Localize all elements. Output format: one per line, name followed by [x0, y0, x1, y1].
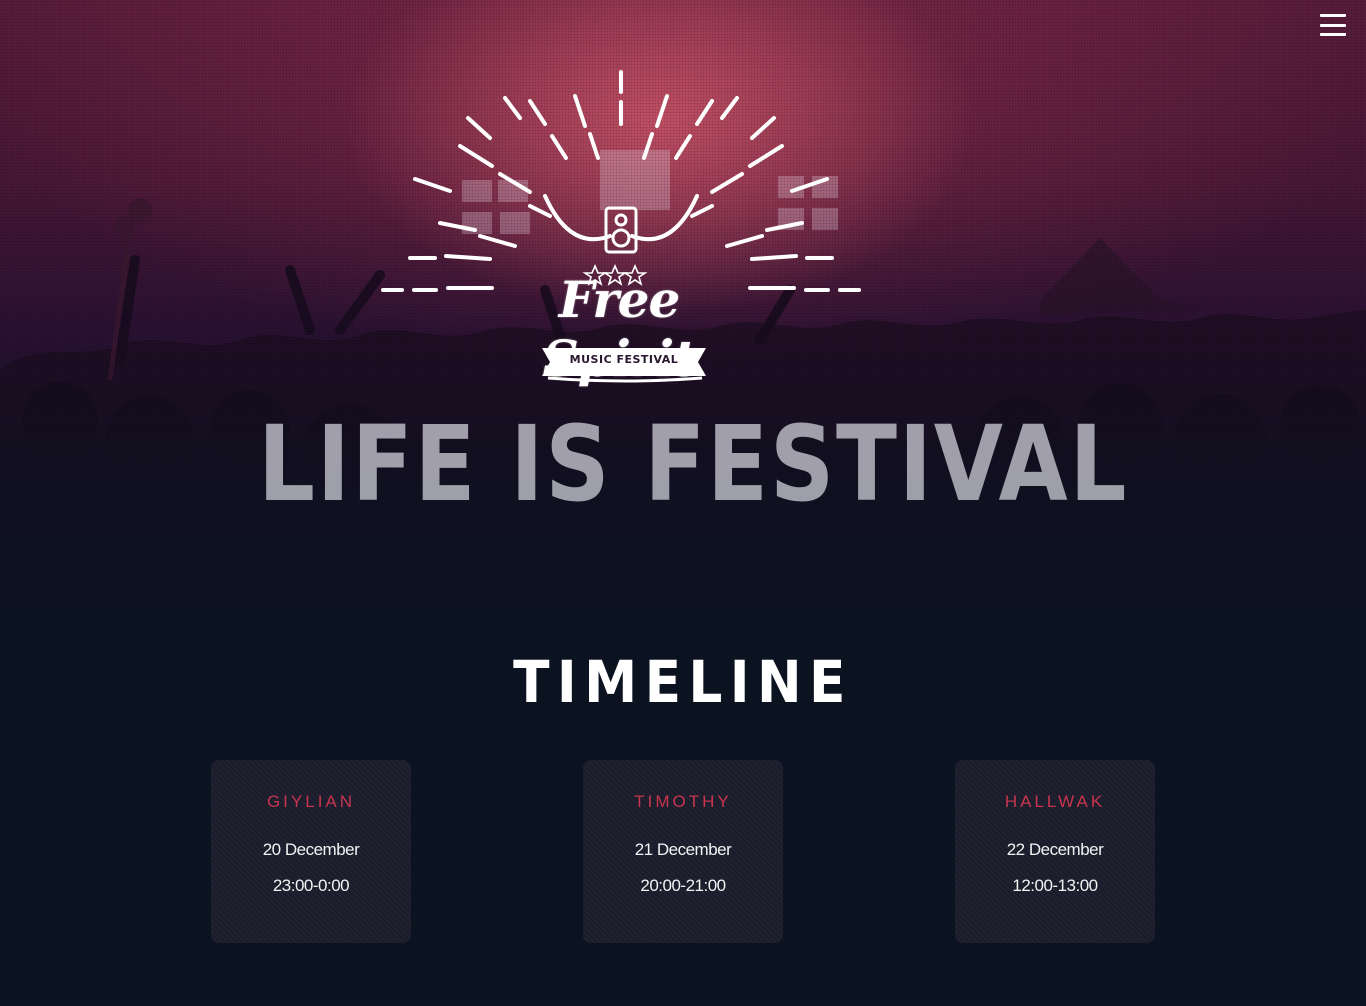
speaker-icon	[604, 206, 638, 254]
event-time: 23:00-0:00	[272, 876, 350, 895]
hero-section: Free Spirit MUSIC FESTIVAL LIFE IS FESTI…	[0, 0, 1366, 610]
logo-ribbon-text: MUSIC FESTIVAL	[569, 353, 679, 366]
timeline-card: TIMOTHY 21 December 20:00-21:00	[583, 760, 783, 943]
timeline-title: TIMELINE	[513, 648, 853, 716]
artist-name: GIYLIAN	[266, 792, 356, 811]
logo-wordmark: Free Spirit	[542, 270, 697, 388]
event-date: 20 December	[262, 840, 360, 859]
artist-name: HALLWAK	[1004, 792, 1106, 811]
event-date: 22 December	[1006, 840, 1104, 859]
timeline-card: HALLWAK 22 December 12:00-13:00	[955, 760, 1155, 943]
event-time: 12:00-13:00	[1012, 876, 1098, 895]
timeline-card: GIYLIAN 20 December 23:00-0:00	[211, 760, 411, 943]
timeline-section: TIMELINE GIYLIAN 20 December 23:00-0:00 …	[0, 610, 1366, 1006]
hamburger-menu-icon[interactable]	[1320, 14, 1346, 36]
artist-name: TIMOTHY	[634, 792, 732, 811]
hero-headline: LIFE IS FESTIVAL	[258, 403, 1129, 525]
event-date: 21 December	[634, 840, 732, 859]
event-time: 20:00-21:00	[640, 876, 726, 895]
